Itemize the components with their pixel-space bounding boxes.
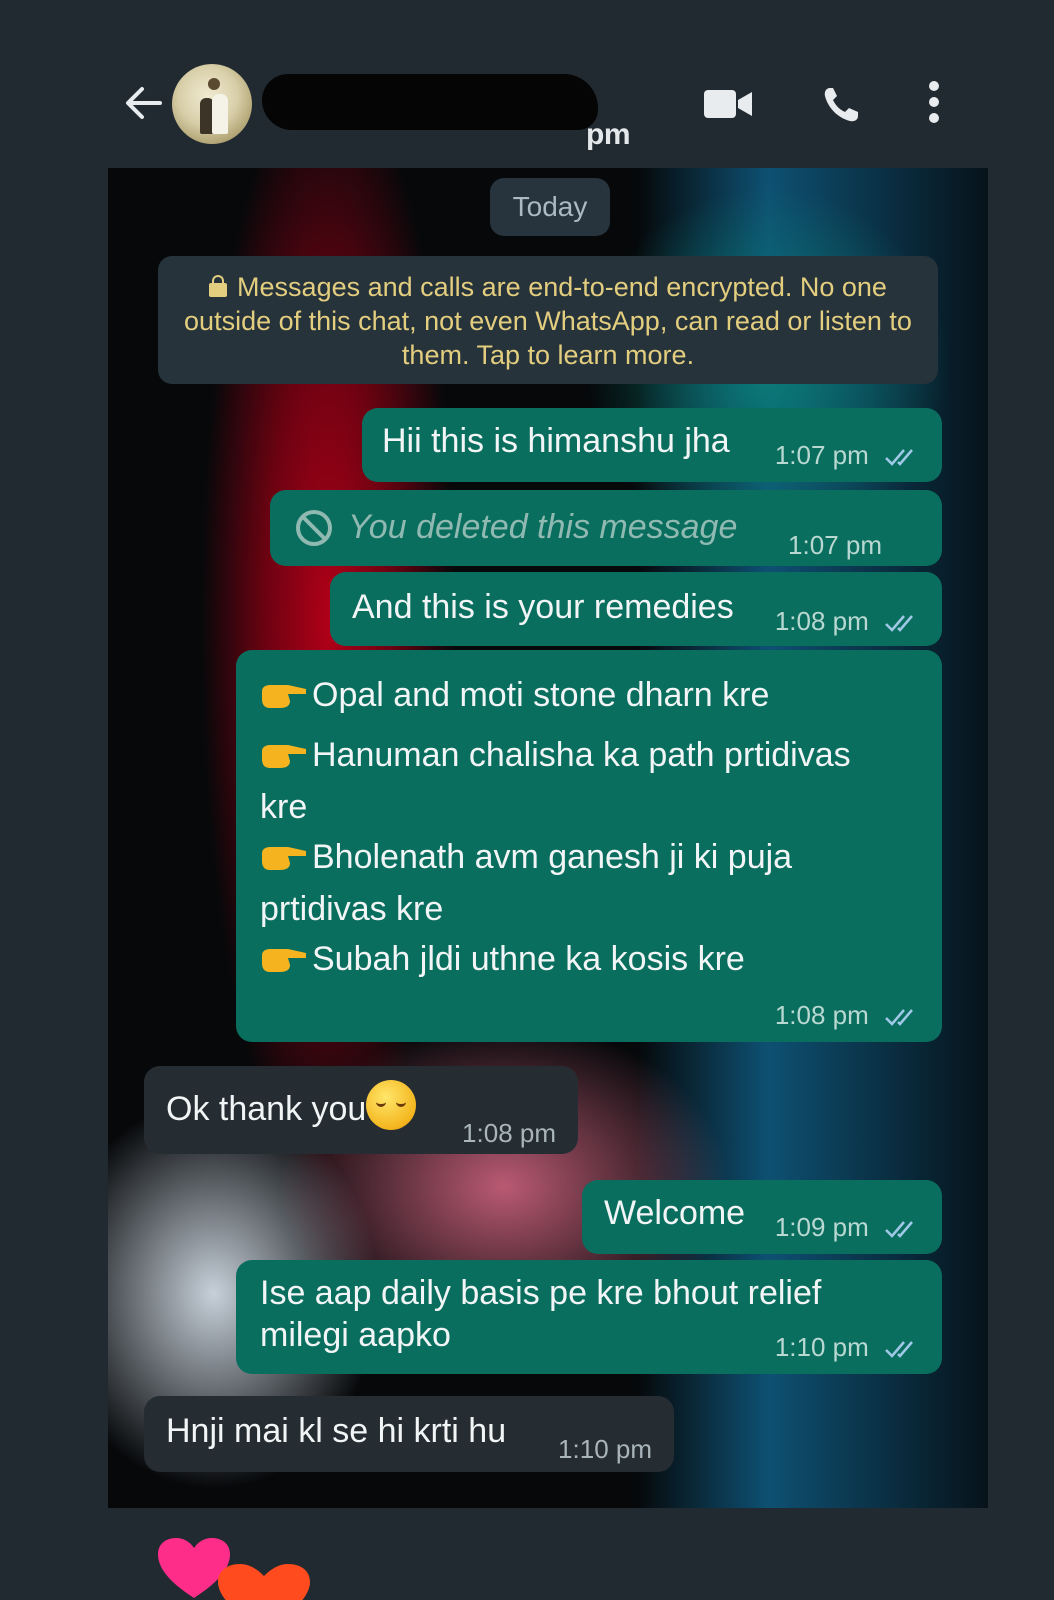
read-ticks-icon bbox=[885, 449, 913, 466]
list-item-continued: kre bbox=[260, 788, 308, 826]
outgoing-message[interactable]: Welcome 1:09 pm bbox=[582, 1180, 942, 1254]
outgoing-message[interactable]: Ise aap daily basis pe kre bhout relief … bbox=[236, 1260, 942, 1374]
read-ticks-icon bbox=[885, 1009, 913, 1026]
message-text: And this is your remedies bbox=[352, 588, 734, 626]
list-item-continued: prtidivas kre bbox=[260, 890, 444, 928]
message-text: Hii this is himanshu jha bbox=[382, 422, 730, 460]
read-ticks-icon bbox=[885, 1221, 913, 1238]
pointing-hand-icon bbox=[262, 745, 306, 769]
chat-header: pm bbox=[0, 40, 1054, 160]
message-time: 1:08 pm bbox=[462, 1118, 556, 1148]
more-options-icon[interactable] bbox=[928, 80, 940, 124]
message-time: 1:07 pm bbox=[788, 530, 882, 560]
message-text: You deleted this message bbox=[348, 508, 738, 546]
list-item: Hanuman chalisha ka path prtidivas bbox=[260, 736, 851, 775]
outgoing-message[interactable]: And this is your remedies 1:08 pm bbox=[330, 572, 942, 646]
pointing-hand-icon bbox=[262, 949, 306, 973]
video-call-icon[interactable] bbox=[704, 88, 754, 120]
encryption-notice-text: Messages and calls are end-to-end encryp… bbox=[184, 272, 912, 370]
pointing-hand-icon bbox=[262, 847, 306, 871]
message-time: 1:08 pm bbox=[775, 606, 920, 637]
message-text-line: milegi aapko bbox=[260, 1316, 451, 1354]
pointing-hand-icon bbox=[262, 685, 306, 709]
list-item: Opal and moti stone dharn kre bbox=[260, 676, 769, 715]
voice-call-icon[interactable] bbox=[820, 84, 862, 126]
lock-icon bbox=[209, 275, 228, 297]
message-text: Welcome bbox=[604, 1194, 746, 1232]
incoming-message[interactable]: Ok thank you 1:08 pm bbox=[144, 1066, 578, 1154]
message-time: 1:10 pm bbox=[558, 1434, 652, 1464]
outgoing-message[interactable]: Hii this is himanshu jha 1:07 pm bbox=[362, 408, 942, 482]
message-time: 1:09 pm bbox=[775, 1212, 920, 1243]
contact-avatar[interactable] bbox=[172, 64, 252, 144]
deleted-icon bbox=[296, 510, 332, 546]
message-time: 1:10 pm bbox=[775, 1332, 920, 1363]
remedies-list-message[interactable]: Opal and moti stone dharn kre Hanuman ch… bbox=[236, 650, 942, 1042]
smiling-face-emoji-icon bbox=[366, 1080, 417, 1130]
last-seen-status: pm bbox=[586, 118, 631, 151]
incoming-message[interactable]: Hnji mai kl se hi krti hu 1:10 pm bbox=[144, 1396, 674, 1472]
message-time: 1:07 pm bbox=[775, 440, 920, 471]
message-text: Hnji mai kl se hi krti hu bbox=[166, 1412, 507, 1450]
deleted-message[interactable]: You deleted this message 1:07 pm bbox=[270, 490, 942, 566]
chat-screenshot: Today Messages and calls are end-to-end … bbox=[108, 168, 988, 1508]
message-text-line: Ise aap daily basis pe kre bhout relief bbox=[260, 1274, 822, 1312]
date-label: Today bbox=[490, 178, 610, 236]
message-text: Ok thank you bbox=[166, 1080, 417, 1136]
message-time: 1:08 pm bbox=[775, 1000, 920, 1031]
back-arrow-icon[interactable] bbox=[124, 85, 164, 121]
encryption-notice[interactable]: Messages and calls are end-to-end encryp… bbox=[158, 256, 938, 384]
read-ticks-icon bbox=[885, 615, 913, 632]
heart-reaction-icon bbox=[218, 1564, 310, 1600]
read-ticks-icon bbox=[885, 1341, 913, 1358]
list-item: Bholenath avm ganesh ji ki puja bbox=[260, 838, 792, 877]
list-item: Subah jldi uthne ka kosis kre bbox=[260, 940, 745, 979]
